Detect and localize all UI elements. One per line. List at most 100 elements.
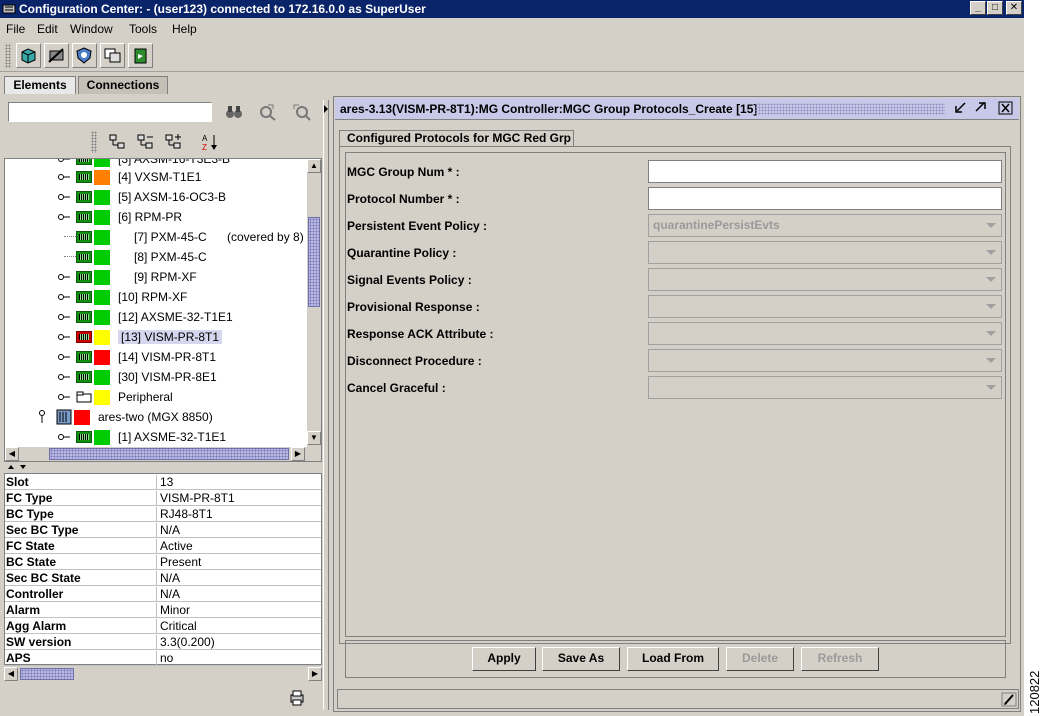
export-icon[interactable] — [128, 43, 153, 68]
tree-row-label[interactable]: [6] RPM-PR — [118, 210, 182, 224]
scroll-thumb[interactable] — [49, 448, 289, 460]
tree-row-ares-two[interactable]: ares-two (MGX 8850) — [5, 407, 305, 427]
tree-row-label[interactable]: [5] AXSM-16-OC3-B — [118, 190, 226, 204]
scroll-thumb[interactable] — [20, 668, 74, 680]
expand-key-icon[interactable] — [58, 332, 70, 342]
properties-horizontal-scrollbar[interactable]: ◀ ▶ — [4, 667, 322, 681]
tree-row-slot-10[interactable]: [10] RPM-XF — [5, 287, 305, 307]
find-next-icon[interactable] — [258, 103, 278, 121]
scroll-down-button[interactable]: ▼ — [307, 431, 321, 445]
tree-filter-icon[interactable] — [164, 133, 184, 151]
tree-toolbar-grip[interactable] — [91, 131, 97, 153]
signal-events-policy-select[interactable] — [648, 268, 1002, 291]
collapse-arrow-icon[interactable] — [323, 104, 329, 114]
pencil-icon[interactable] — [1001, 692, 1017, 707]
wrench-icon[interactable] — [44, 43, 69, 68]
tree-row-slot-12[interactable]: [12] AXSME-32-T1E1 — [5, 307, 305, 327]
menu-file[interactable]: File — [6, 22, 25, 36]
binoculars-icon[interactable] — [224, 103, 244, 121]
split-divider[interactable] — [323, 100, 329, 710]
close-button[interactable]: ✕ — [1006, 1, 1022, 15]
tree-row-slot-6[interactable]: [6] RPM-PR — [5, 207, 305, 227]
printer-icon[interactable] — [288, 689, 306, 707]
tab-elements[interactable]: Elements — [4, 76, 76, 94]
scroll-thumb[interactable] — [308, 217, 320, 307]
tree-horizontal-scrollbar[interactable]: ◀ ▶ — [5, 447, 321, 461]
tree-row-slot-30[interactable]: [30] VISM-PR-8E1 — [5, 367, 305, 387]
expand-key-icon[interactable] — [36, 410, 48, 424]
tree-row-label[interactable]: [12] AXSME-32-T1E1 — [118, 310, 233, 324]
expand-tree-icon[interactable] — [108, 133, 128, 151]
undock-panel-icon[interactable] — [972, 101, 988, 115]
tab-connections[interactable]: Connections — [78, 76, 168, 94]
save-as-button[interactable]: Save As — [542, 647, 620, 671]
expand-key-icon[interactable] — [58, 158, 70, 164]
protocol-number-input[interactable] — [648, 187, 1002, 210]
tab-configured-protocols[interactable]: Configured Protocols for MGC Red Grp — [339, 130, 574, 147]
expand-key-icon[interactable] — [58, 272, 70, 282]
scroll-left-button[interactable]: ◀ — [5, 447, 19, 461]
expand-key-icon[interactable] — [58, 192, 70, 202]
disconnect-procedure-select[interactable] — [648, 349, 1002, 372]
tree-row-label[interactable]: [3] AXSM-16-T3E3-B — [118, 159, 230, 166]
tree-row-label[interactable]: ares-two (MGX 8850) — [98, 410, 213, 424]
cube-icon[interactable] — [16, 43, 41, 68]
tree-splitter[interactable] — [4, 464, 322, 470]
expand-key-icon[interactable] — [58, 392, 70, 402]
expand-key-icon[interactable] — [58, 372, 70, 382]
refresh-button[interactable]: Refresh — [801, 647, 879, 671]
response-ack-attribute-select[interactable] — [648, 322, 1002, 345]
tree-row-label[interactable]: [8] PXM-45-C — [134, 250, 207, 264]
expand-key-icon[interactable] — [58, 172, 70, 182]
scroll-left-button[interactable]: ◀ — [4, 667, 18, 681]
load-from-button[interactable]: Load From — [627, 647, 719, 671]
toolbar-grip[interactable] — [5, 44, 11, 68]
tree-row-label[interactable]: [14] VISM-PR-8T1 — [118, 350, 216, 364]
tree-row-slot-7[interactable]: [7] PXM-45-C (covered by 8) — [5, 227, 305, 247]
shield-icon[interactable] — [72, 43, 97, 68]
tree-row-label[interactable]: [4] VXSM-T1E1 — [118, 170, 201, 184]
expand-key-icon[interactable] — [58, 432, 70, 442]
tree-row-label[interactable]: [30] VISM-PR-8E1 — [118, 370, 217, 384]
tree-row-slot-13[interactable]: [13] VISM-PR-8T1 — [5, 327, 305, 347]
expand-key-icon[interactable] — [58, 292, 70, 302]
windows-icon[interactable] — [100, 43, 125, 68]
mgc-group-num-input[interactable] — [648, 160, 1002, 183]
tree-row-label[interactable]: [1] AXSME-32-T1E1 — [118, 430, 226, 444]
minimize-panel-icon[interactable] — [953, 101, 969, 115]
tree-row-slot-14[interactable]: [14] VISM-PR-8T1 — [5, 347, 305, 367]
apply-button[interactable]: Apply — [472, 647, 536, 671]
sort-az-icon[interactable]: AZ — [200, 133, 220, 151]
scroll-right-button[interactable]: ▶ — [308, 667, 322, 681]
provisional-response-select[interactable] — [648, 295, 1002, 318]
menu-tools[interactable]: Tools — [129, 22, 157, 36]
close-panel-icon[interactable] — [998, 101, 1014, 115]
splitter-arrows-icon[interactable] — [7, 464, 29, 470]
maximize-button[interactable]: □ — [987, 1, 1003, 15]
tree-row-peripheral[interactable]: Peripheral — [5, 387, 305, 407]
expand-key-icon[interactable] — [58, 212, 70, 222]
tree-row-label[interactable]: [9] RPM-XF — [134, 270, 197, 284]
tree-row-slot-4[interactable]: [4] VXSM-T1E1 — [5, 167, 305, 187]
collapse-tree-icon[interactable] — [136, 133, 156, 151]
search-input[interactable] — [8, 102, 212, 122]
tree-vertical-scrollbar[interactable]: ▲ ▼ — [307, 159, 321, 447]
cancel-graceful-select[interactable] — [648, 376, 1002, 399]
find-previous-icon[interactable] — [292, 103, 312, 121]
minimize-button[interactable]: _ — [970, 1, 986, 15]
tree-row-label[interactable]: [7] PXM-45-C — [134, 230, 207, 244]
quarantine-policy-select[interactable] — [648, 241, 1002, 264]
tree-row-slot-8[interactable]: [8] PXM-45-C — [5, 247, 305, 267]
expand-key-icon[interactable] — [58, 312, 70, 322]
tree-row-label[interactable]: [13] VISM-PR-8T1 — [118, 330, 223, 344]
tree-row-slot-9[interactable]: [9] RPM-XF — [5, 267, 305, 287]
menu-help[interactable]: Help — [172, 22, 197, 36]
expand-key-icon[interactable] — [58, 352, 70, 362]
menu-window[interactable]: Window — [70, 22, 113, 36]
delete-button[interactable]: Delete — [726, 647, 794, 671]
scroll-up-button[interactable]: ▲ — [307, 159, 321, 173]
tree-row-slot-5[interactable]: [5] AXSM-16-OC3-B — [5, 187, 305, 207]
menu-edit[interactable]: Edit — [37, 22, 58, 36]
persistent-event-policy-select[interactable]: quarantinePersistEvts — [648, 214, 1002, 237]
scroll-right-button[interactable]: ▶ — [291, 447, 305, 461]
